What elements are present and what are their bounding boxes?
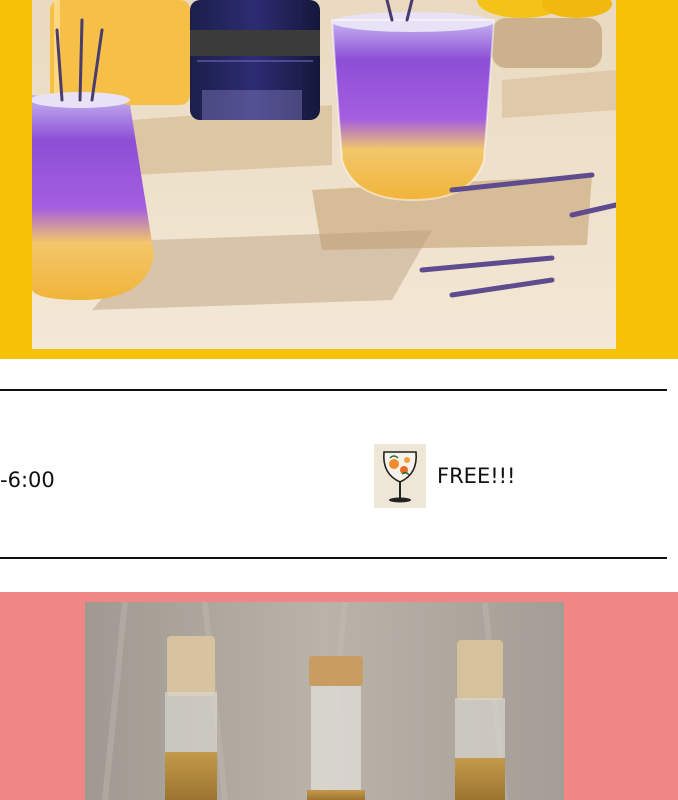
wine-glass-flowers-icon [374,444,426,508]
bottles-image [85,602,564,800]
info-row: -6:00 FREE!!! [0,391,678,557]
cocktail-image [32,0,616,349]
cocktail-photo [32,0,616,349]
bottles-photo [85,602,564,800]
hero-banner [0,0,678,359]
divider-bottom [0,557,667,559]
promo-text: FREE!!! [437,464,516,488]
hours-text: -6:00 [0,468,55,492]
bottom-banner [0,592,678,800]
promo: FREE!!! [374,444,515,508]
